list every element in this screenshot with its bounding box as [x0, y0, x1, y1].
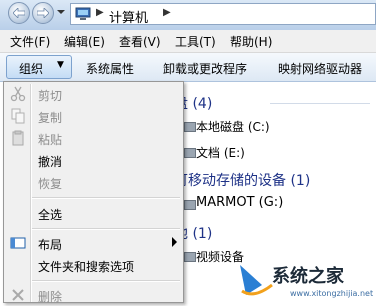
- delete-icon: [12, 289, 24, 301]
- organize-menu: 剪切 复制 粘贴 撤消 恢复 全选 布局 文件夹和搜索选项 删除: [3, 81, 184, 304]
- forward-button[interactable]: [32, 2, 54, 24]
- watermark-text: 系统之家: [272, 266, 344, 287]
- divider: [270, 103, 370, 104]
- menu-item-label: 文件夹和搜索选项: [38, 260, 135, 274]
- menu-item-label: 复制: [38, 111, 63, 125]
- back-arrow-icon: [13, 8, 25, 18]
- menu-item-label: 粘贴: [38, 133, 63, 147]
- drive-c[interactable]: 本地磁盘 (C:): [196, 118, 270, 135]
- menu-item-folder-options[interactable]: 文件夹和搜索选项: [4, 254, 183, 276]
- menu-tools[interactable]: 工具(T): [175, 33, 216, 50]
- menu-item-copy[interactable]: 复制: [4, 105, 183, 127]
- menu-separator: [32, 228, 180, 230]
- menu-item-label: 撤消: [38, 155, 63, 169]
- menu-item-label: 恢复: [38, 177, 63, 191]
- computer-icon: [75, 7, 91, 20]
- menu-help[interactable]: 帮助(H): [230, 33, 272, 50]
- menu-item-label: 删除: [38, 290, 63, 304]
- drive-icon: [184, 122, 196, 132]
- drive-g[interactable]: MARMOT (G:): [196, 195, 283, 210]
- drive-icon: [184, 148, 196, 158]
- forward-arrow-icon: [37, 8, 49, 18]
- usb-drive-icon: [184, 200, 196, 210]
- scissors-icon: [10, 86, 26, 102]
- layout-icon: [10, 237, 26, 249]
- recent-pages-dropdown-icon[interactable]: [57, 8, 65, 16]
- menu-separator: [32, 197, 180, 199]
- watermark-url: www.xitongzhijia.net: [290, 289, 374, 298]
- menu-item-paste[interactable]: 粘贴: [4, 127, 183, 149]
- chevron-down-icon: ▼: [57, 60, 64, 70]
- address-bar-area: ▶ 计算机 ▶: [0, 0, 376, 30]
- organize-label: 组织: [19, 62, 44, 76]
- video-device-icon: [184, 252, 196, 262]
- copy-icon: [11, 108, 25, 124]
- menu-item-label: 布局: [38, 238, 63, 252]
- uninstall-program-button[interactable]: 卸载或更改程序: [163, 60, 247, 77]
- menu-item-cut[interactable]: 剪切: [4, 83, 183, 105]
- back-button[interactable]: [8, 2, 30, 24]
- menu-view[interactable]: 查看(V): [119, 33, 161, 50]
- organize-button[interactable]: 组织 ▼: [6, 55, 72, 79]
- menu-item-select-all[interactable]: 全选: [4, 202, 183, 224]
- chevron-right-icon[interactable]: ▶: [96, 7, 104, 18]
- chevron-right-icon[interactable]: ▶: [163, 7, 171, 18]
- drive-e[interactable]: 文档 (E:): [196, 144, 245, 161]
- system-properties-button[interactable]: 系统属性: [86, 60, 134, 77]
- address-path[interactable]: 计算机: [109, 7, 148, 26]
- menu-item-label: 全选: [38, 208, 63, 222]
- menu-bar: 文件(F) 编辑(E) 查看(V) 工具(T) 帮助(H): [0, 30, 376, 53]
- submenu-arrow-icon: [172, 237, 177, 247]
- menu-item-layout[interactable]: 布局: [4, 232, 183, 254]
- menu-item-redo[interactable]: 恢复: [4, 171, 183, 193]
- map-network-drive-button[interactable]: 映射网络驱动器: [278, 60, 362, 77]
- menu-edit[interactable]: 编辑(E): [64, 33, 105, 50]
- menu-separator: [32, 280, 180, 282]
- address-field[interactable]: ▶ 计算机 ▶: [70, 3, 376, 26]
- command-bar: 组织 ▼ 系统属性 卸载或更改程序 映射网络驱动器: [0, 53, 376, 82]
- menu-item-label: 剪切: [38, 89, 63, 103]
- menu-item-undo[interactable]: 撤消: [4, 149, 183, 171]
- menu-file[interactable]: 文件(F): [10, 33, 50, 50]
- paste-icon: [12, 130, 24, 146]
